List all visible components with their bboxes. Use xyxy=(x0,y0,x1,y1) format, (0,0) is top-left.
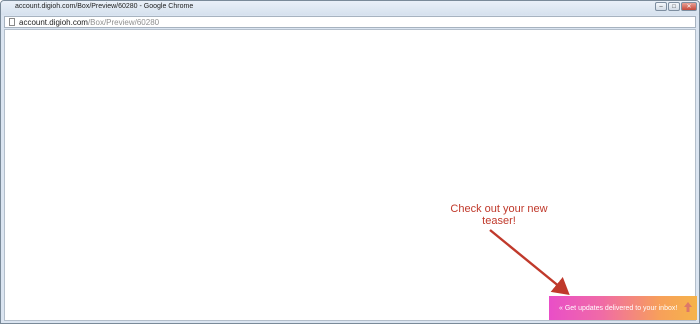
maximize-button[interactable]: □ xyxy=(668,2,680,11)
browser-window: account.digioh.com/Box/Preview/60280 - G… xyxy=(0,0,700,324)
url-text[interactable]: account.digioh.com/Box/Preview/60280 xyxy=(19,18,159,27)
up-arrow-icon[interactable] xyxy=(683,301,693,313)
url-path: /Box/Preview/60280 xyxy=(87,18,160,27)
url-host: account.digioh.com xyxy=(19,18,88,27)
page-content: Check out your new teaser! « Get updates… xyxy=(4,29,697,321)
page-icon xyxy=(9,18,15,26)
address-bar[interactable]: account.digioh.com/Box/Preview/60280 xyxy=(4,16,696,28)
teaser-bar[interactable]: « Get updates delivered to your inbox! xyxy=(549,296,697,320)
teaser-text: « Get updates delivered to your inbox! xyxy=(559,304,678,312)
teaser-annotation: Check out your new teaser! xyxy=(450,203,548,227)
window-title: account.digioh.com/Box/Preview/60280 - G… xyxy=(15,3,194,10)
close-button[interactable]: ✕ xyxy=(681,2,697,11)
annotation-arrow-icon xyxy=(489,229,570,296)
title-bar: account.digioh.com/Box/Preview/60280 - G… xyxy=(1,1,699,15)
window-controls: – □ ✕ xyxy=(655,2,697,11)
minimize-button[interactable]: – xyxy=(655,2,667,11)
